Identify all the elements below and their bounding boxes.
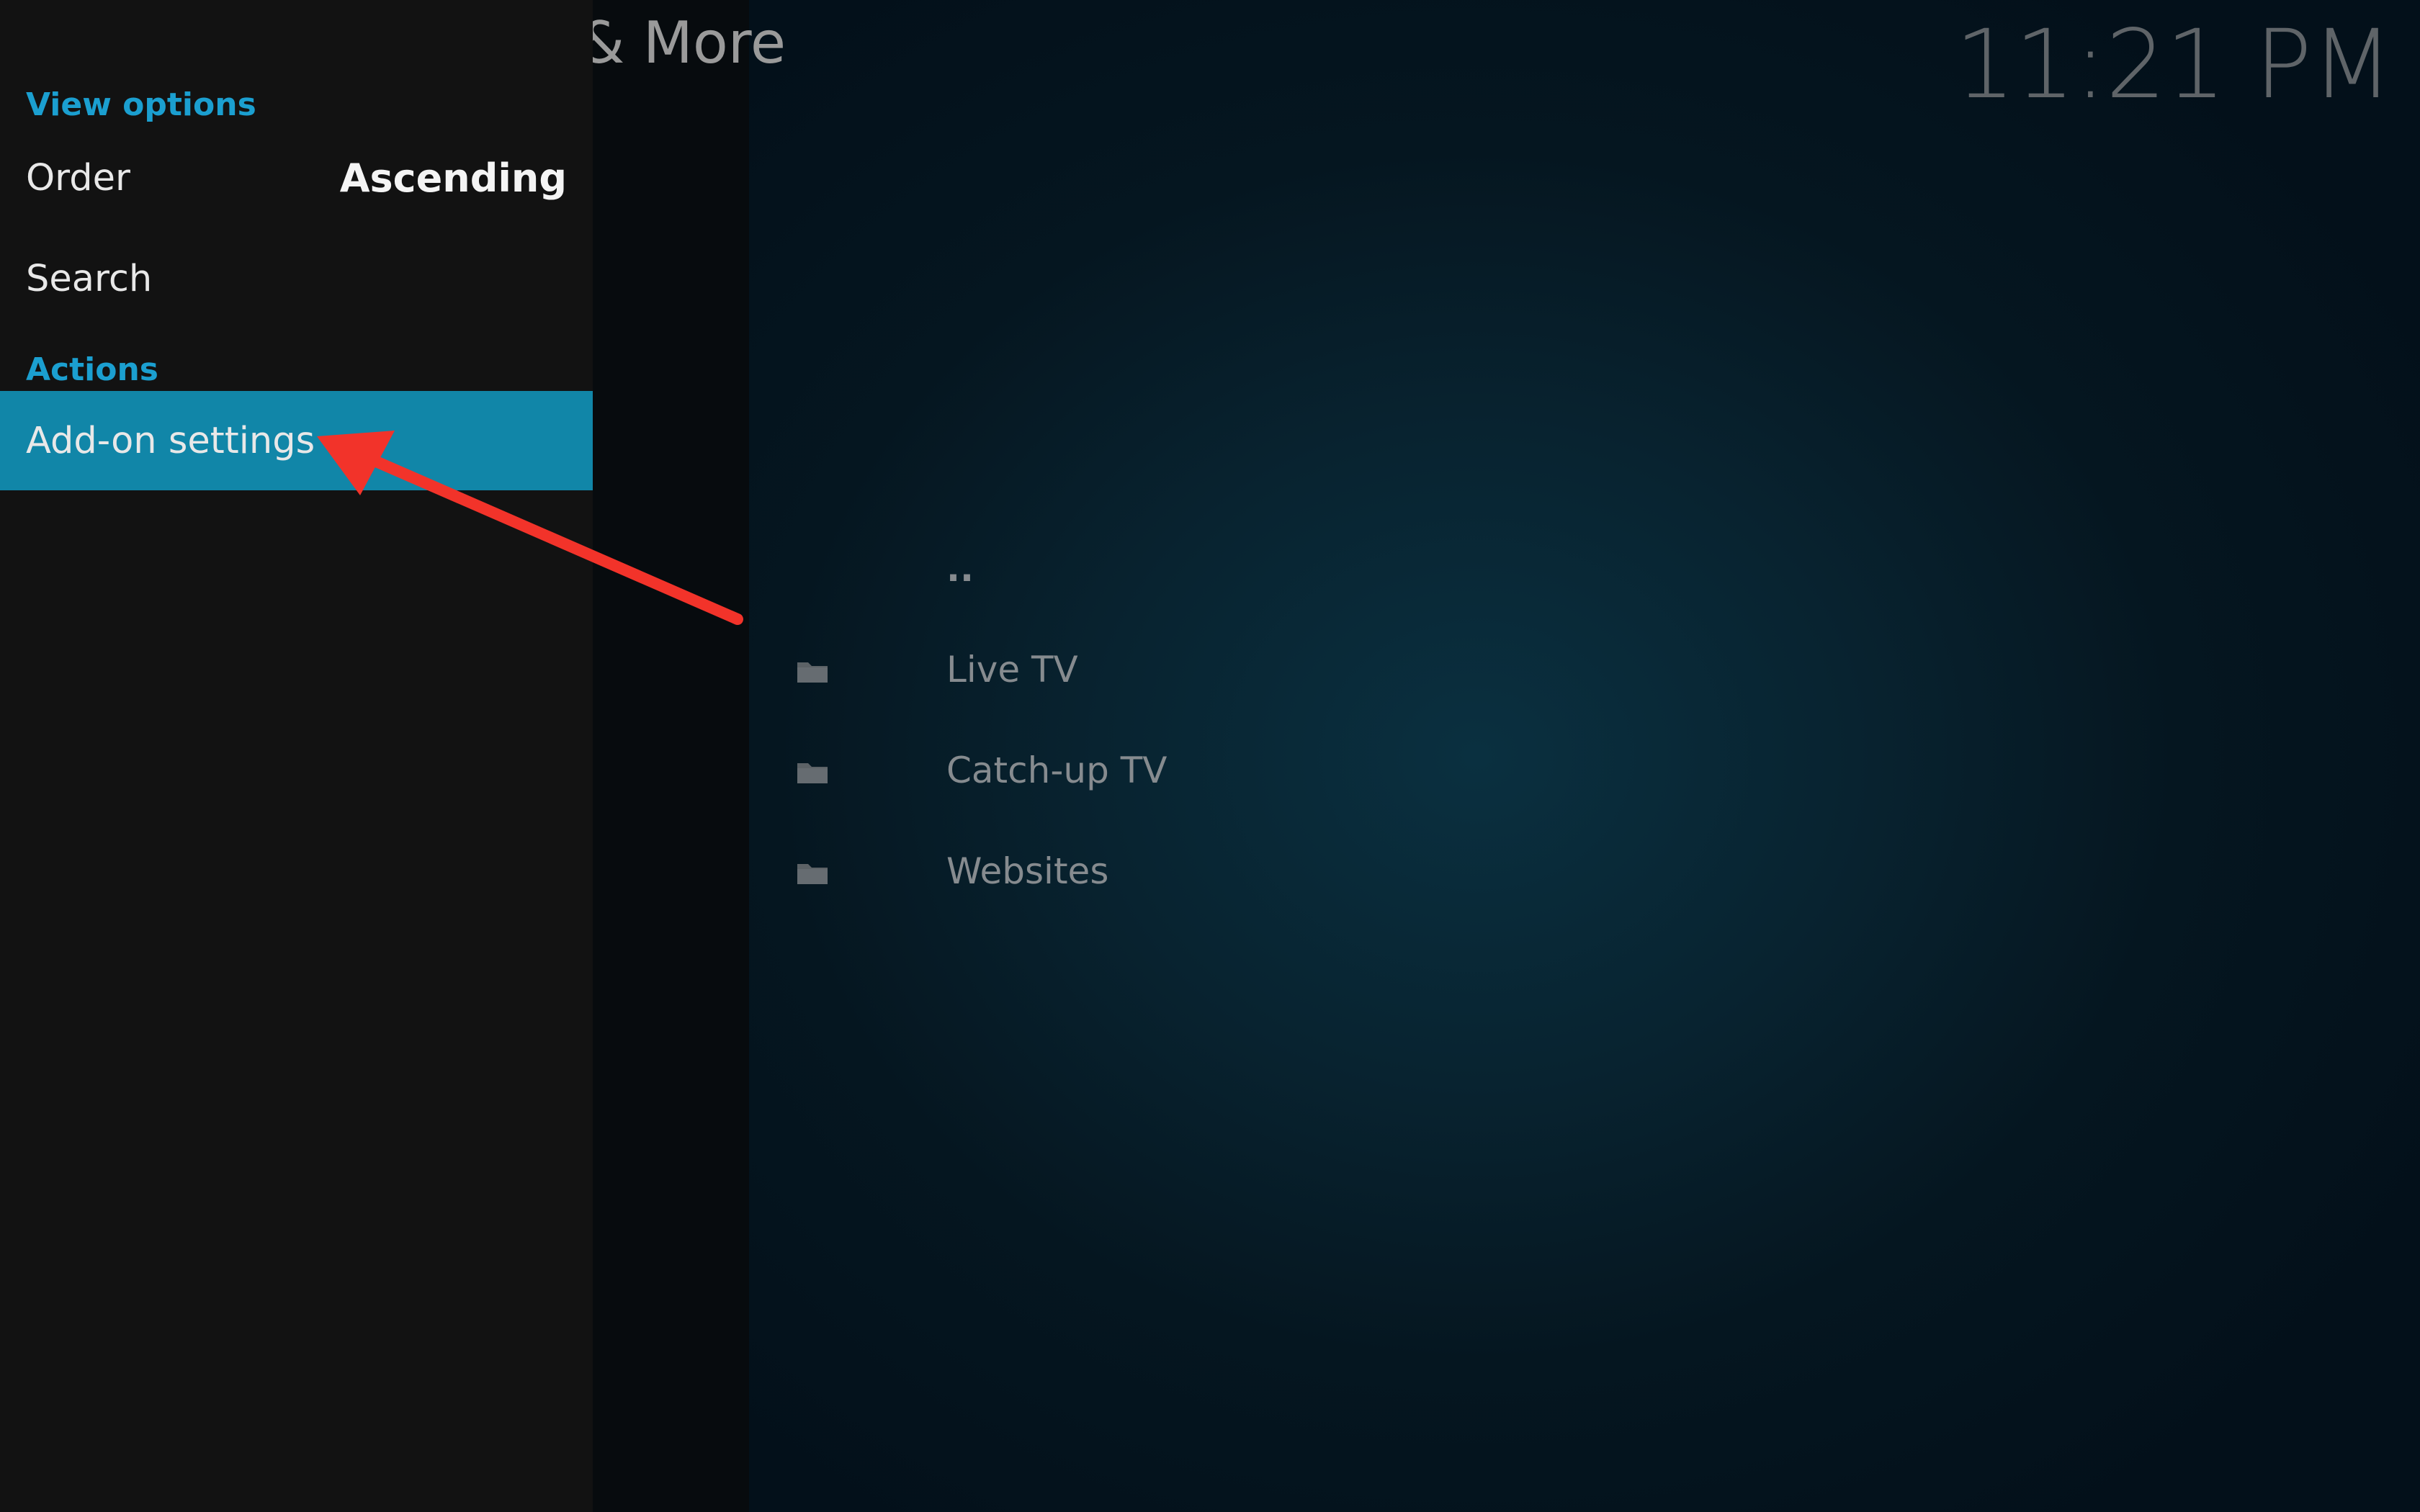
menu-item-label: Order bbox=[26, 156, 130, 199]
menu-item-label: Add-on settings bbox=[26, 419, 315, 462]
list-item-parent-folder[interactable]: .. bbox=[785, 518, 1937, 619]
folder-icon bbox=[785, 842, 850, 900]
section-label-actions: Actions bbox=[26, 351, 158, 388]
side-menu-panel: View options Order Ascending Search Acti… bbox=[0, 0, 593, 1512]
menu-item-add-on-settings[interactable]: Add-on settings bbox=[0, 391, 593, 490]
menu-item-value: Ascending bbox=[339, 155, 567, 201]
clock: 11:21 PM bbox=[1955, 9, 2393, 120]
blank-icon bbox=[785, 540, 850, 598]
folder-icon bbox=[785, 742, 850, 799]
menu-item-label: Search bbox=[26, 257, 153, 300]
list-item-catch-up-tv[interactable]: Catch-up TV bbox=[785, 720, 1937, 821]
menu-item-order[interactable]: Order Ascending bbox=[0, 128, 593, 228]
list-item-live-tv[interactable]: Live TV bbox=[785, 619, 1937, 720]
list-item-label: Live TV bbox=[946, 649, 1078, 690]
list-item-websites[interactable]: Websites bbox=[785, 821, 1937, 922]
page-title: & More bbox=[580, 9, 786, 76]
background-dark-band bbox=[593, 0, 749, 1512]
kodi-screen: & More 11:21 PM View options Order Ascen… bbox=[0, 0, 2420, 1512]
menu-item-search[interactable]: Search bbox=[0, 229, 593, 328]
section-label-view-options: View options bbox=[26, 86, 256, 123]
list-item-label: .. bbox=[946, 548, 974, 590]
folder-icon bbox=[785, 641, 850, 698]
list-item-label: Websites bbox=[946, 850, 1109, 892]
list-item-label: Catch-up TV bbox=[946, 750, 1168, 791]
